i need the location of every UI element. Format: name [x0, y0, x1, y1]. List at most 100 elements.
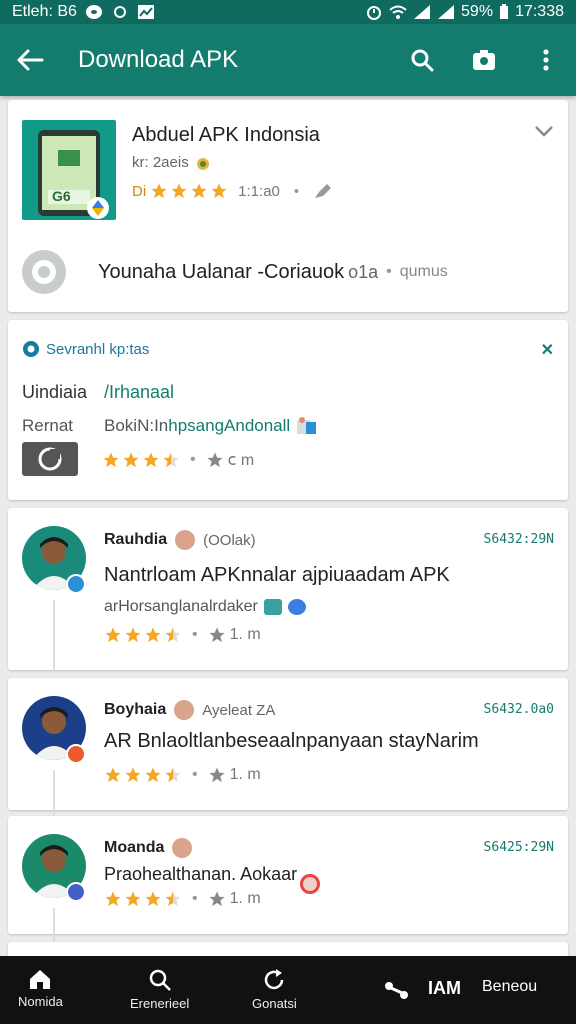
developer-suffix: o1a — [348, 261, 379, 282]
mini-avatar-icon — [174, 700, 195, 720]
info-card[interactable]: Sevranhl kp:tas ✕ Uindiaia /Irhanaal Rer… — [8, 320, 568, 500]
bottom-navigation: Nomida Erenerieel Gonatsi IAM Beneou — [0, 956, 576, 1024]
reaction-icon — [300, 874, 320, 894]
info-rating-stars — [102, 451, 180, 469]
info-row-2-prefix: BokiN:In — [104, 416, 169, 435]
shield-icon — [23, 341, 39, 357]
nav-label-home: Nomida — [18, 994, 63, 1009]
battery-icon — [500, 4, 509, 19]
close-button[interactable]: ✕ — [541, 340, 554, 360]
review-subtext: arHorsanglanalrdaker — [104, 598, 258, 615]
review-rating-value: 1. m — [229, 890, 261, 907]
reviewer-name-row: Moanda — [104, 838, 200, 858]
app-name: Abduel APK Indonsia — [132, 124, 320, 146]
info-row-2-label: Rernat — [22, 416, 74, 435]
package-icon — [297, 417, 317, 434]
review-rating: • 1. m — [104, 626, 261, 644]
star-icon — [143, 452, 159, 468]
toggle-button[interactable] — [22, 442, 78, 476]
more-button[interactable] — [532, 46, 560, 74]
user-icon — [32, 260, 56, 284]
more-vert-icon — [543, 49, 549, 71]
dot-separator: • — [192, 766, 198, 783]
star-icon — [151, 183, 167, 199]
back-button[interactable] — [16, 46, 44, 74]
review-subtext-row: arHorsanglanalrdaker — [104, 598, 306, 616]
dot-separator: • — [192, 626, 198, 643]
nav-item-search[interactable]: Erenerieel — [130, 968, 189, 1011]
star-icon — [125, 627, 141, 643]
battery-text: 59% — [461, 3, 494, 20]
info-header-text: Sevranhl kp:tas — [46, 340, 150, 358]
review-card[interactable]: Rauhdia (OOlak) S6432:29N Nantrloam APKn… — [8, 508, 568, 672]
reviewer-name: Boyhaia — [104, 701, 167, 718]
review-code: S6432.0a0 — [483, 702, 554, 717]
app-rating-stars — [150, 182, 228, 200]
review-text: Praohealthanan. Aokaar — [104, 864, 298, 884]
review-text: AR Bnlaoltlanbeseaalnpanyaan stayNarim — [104, 730, 479, 752]
app-sub-text: kr: 2aeis — [132, 154, 189, 171]
app-card[interactable]: G6 Abduel APK Indonsia kr: 2aeis Di 1:1:… — [8, 100, 568, 312]
app-subtitle: kr: 2aeis — [132, 154, 211, 171]
info-row-1: Uindiaia /Irhanaal — [22, 382, 174, 403]
app-meta-value: 1:1:a0 — [238, 182, 280, 200]
camera-button[interactable] — [470, 46, 498, 74]
emoji-icon-2 — [287, 599, 306, 615]
search-button[interactable] — [408, 46, 436, 74]
nav-item-connect[interactable] — [384, 978, 410, 1000]
star-outline-icon — [209, 891, 225, 907]
info-row-2-value[interactable]: hpsangAndonall — [168, 416, 290, 436]
reviewer-name-row: Boyhaia Ayeleat ZA — [104, 700, 275, 720]
review-card[interactable]: Moanda S6425:29N Praohealthanan. Aokaar … — [8, 816, 568, 956]
search-icon — [149, 969, 171, 991]
star-icon — [145, 767, 161, 783]
thread-line — [53, 600, 55, 672]
nav-item-beneou[interactable]: Beneou — [482, 978, 537, 996]
camera-icon — [473, 50, 495, 70]
nav-label-search: Erenerieel — [130, 996, 190, 1011]
toggle-icon — [38, 447, 62, 471]
clock-text: 17:338 — [515, 3, 564, 20]
developer-avatar — [22, 250, 66, 294]
review-rating: • 1. m — [104, 890, 261, 908]
star-icon — [123, 452, 139, 468]
review-rating-stars — [104, 626, 182, 644]
medal-icon — [196, 157, 209, 170]
review-card-partial[interactable] — [8, 942, 568, 956]
mini-avatar-icon — [175, 530, 196, 550]
app-meta: Di 1:1:a0 • — [132, 182, 333, 200]
verified-badge — [66, 882, 86, 902]
app-meta-prefix: Di — [132, 182, 147, 200]
close-icon: ✕ — [540, 342, 554, 359]
review-code: S6425:29N — [483, 840, 554, 855]
content-scroll[interactable]: G6 Abduel APK Indonsia kr: 2aeis Di 1:1:… — [0, 96, 576, 956]
signal-icon-2 — [438, 5, 455, 19]
info-header: Sevranhl kp:tas — [22, 340, 149, 358]
info-row-1-label: Uindiaia — [22, 382, 88, 402]
dot-separator: • — [192, 890, 198, 907]
signal-icon — [414, 5, 431, 19]
info-row-1-value[interactable]: /Irhanaal — [104, 382, 174, 403]
review-card[interactable]: Boyhaia Ayeleat ZA S6432.0a0 AR Bnlaoltl… — [8, 678, 568, 842]
emoji-icon — [263, 599, 282, 615]
info-rating-value: ⅽ m — [227, 452, 255, 469]
chart-icon — [137, 5, 154, 19]
star-icon — [105, 891, 121, 907]
connect-icon — [385, 982, 408, 999]
star-icon — [105, 627, 121, 643]
chevron-down-icon — [535, 126, 553, 137]
developer-row[interactable]: Younaha Ualanar -Coriauok o1a • qumus — [22, 250, 448, 294]
refresh-icon — [265, 969, 284, 990]
star-icon — [125, 767, 141, 783]
nav-label-iam: IAM — [428, 978, 461, 998]
expand-button[interactable] — [534, 124, 554, 143]
nav-label-refresh: Gonatsi — [252, 996, 297, 1011]
nav-item-home[interactable]: Nomida — [18, 968, 63, 1009]
star-outline-icon — [207, 452, 223, 468]
app-bar: Download APK — [0, 24, 576, 96]
nav-item-refresh[interactable]: Gonatsi — [252, 968, 297, 1011]
nav-item-iam[interactable]: IAM — [428, 978, 461, 999]
status-text: Etleh: B6 — [12, 3, 77, 20]
home-icon — [30, 970, 51, 989]
app-thumbnail: G6 — [22, 120, 116, 220]
